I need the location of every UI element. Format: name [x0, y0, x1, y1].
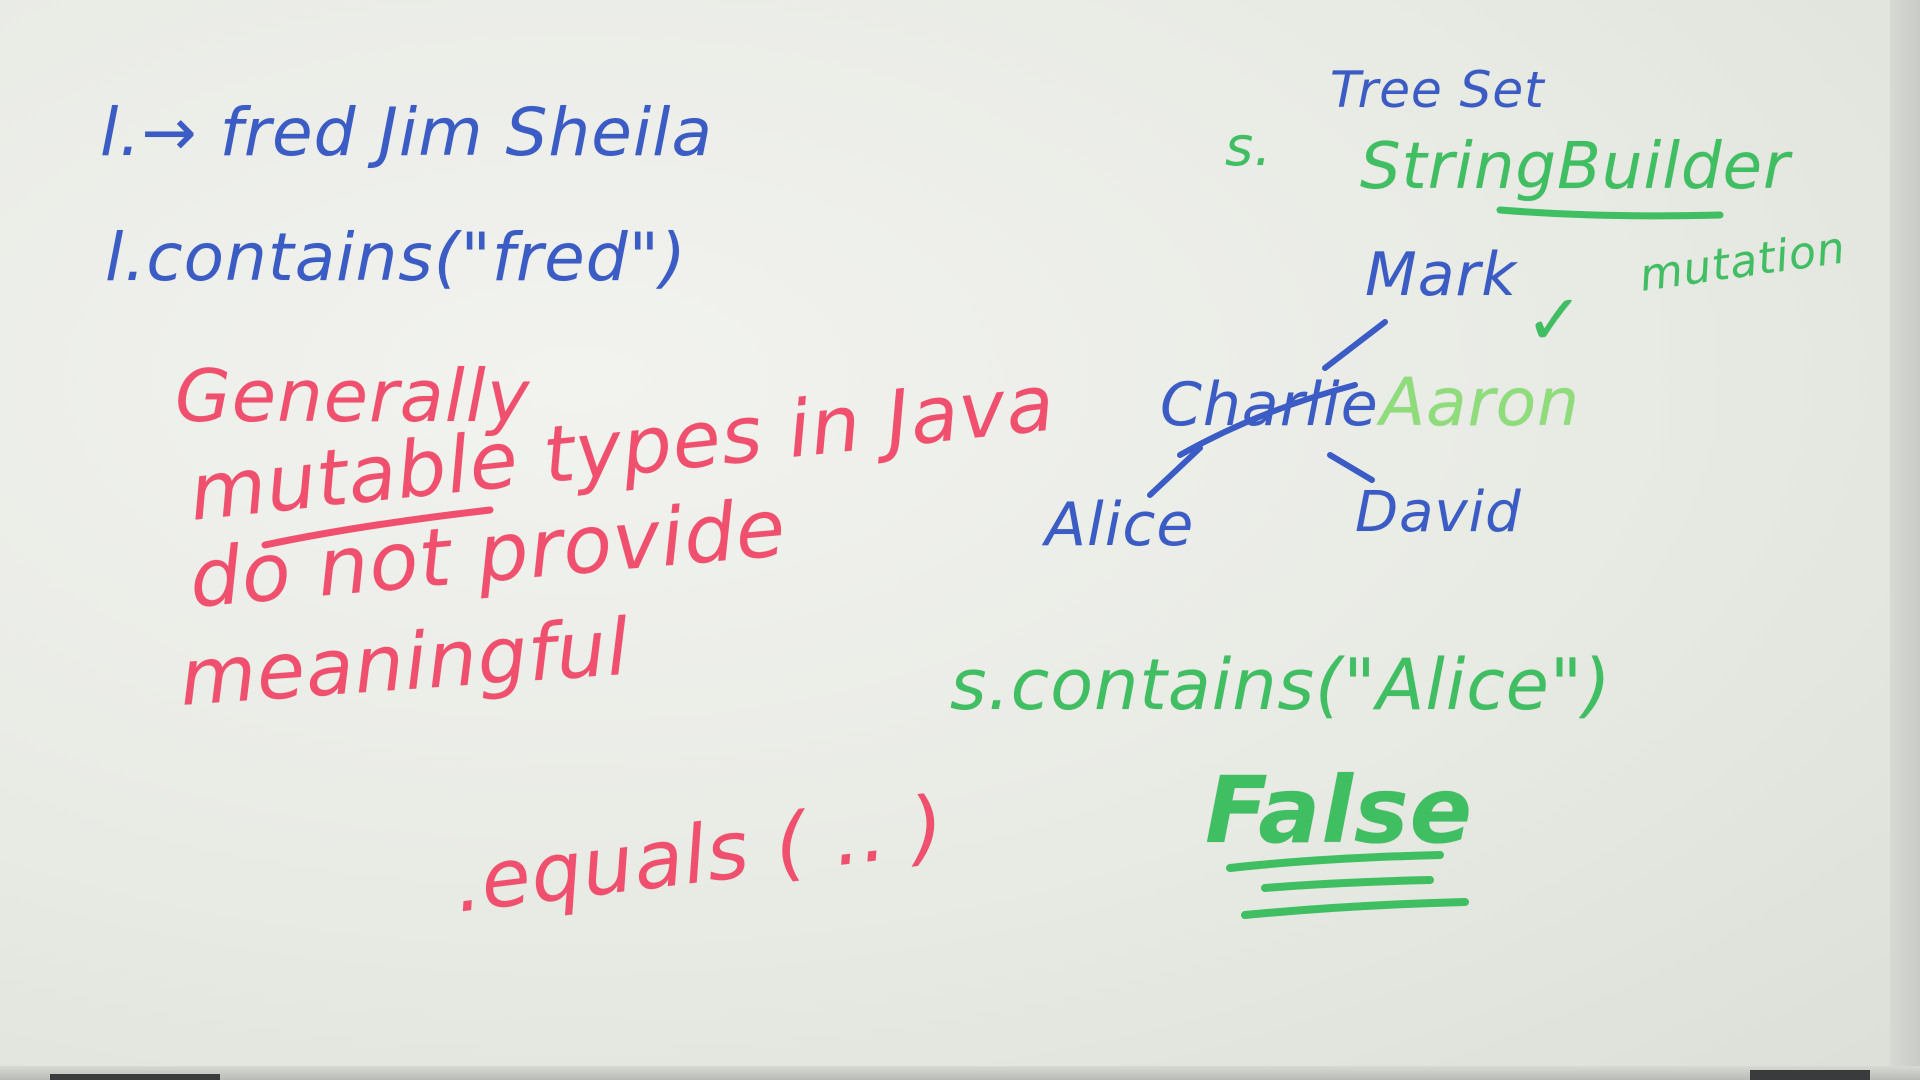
tree-node-charlie-crossed: Charlie [1160, 370, 1379, 440]
list-values-line: l.→ fred Jim Sheila [100, 94, 713, 171]
string-builder-underline [1496, 206, 1724, 220]
tree-node-aaron: Aaron [1380, 364, 1580, 441]
board-frame-bottom [0, 1066, 1920, 1080]
tree-node-alice: Alice [1045, 490, 1195, 560]
whiteboard: l.→ fred Jim Sheila l.contains("fred") G… [0, 0, 1920, 1080]
tree-node-david: David [1355, 480, 1522, 545]
tree-node-mark: Mark [1365, 240, 1517, 310]
false-underline-3 [1241, 898, 1469, 919]
tree-edge-charlie-alice [1147, 445, 1203, 498]
marker-tray-right [1750, 1070, 1870, 1080]
false-underline-2 [1261, 876, 1434, 892]
red-line-meaningful: meaningful [176, 602, 633, 724]
check-mark-icon: ✓ [1525, 279, 1585, 361]
mutation-note: mutation [1636, 222, 1849, 302]
tree-set-label: Tree Set [1330, 61, 1545, 119]
marker-tray-left [50, 1074, 220, 1080]
tree-edge-mark-charlie [1322, 319, 1388, 371]
list-contains-line: l.contains("fred") [105, 219, 687, 296]
s-label: s. [1225, 115, 1273, 178]
red-line-equals: .equals ( .. ) [449, 778, 950, 931]
board-frame-right [1890, 0, 1920, 1080]
tree-edge-charlie-david [1327, 452, 1375, 483]
set-contains-line: s.contains("Alice") [950, 644, 1612, 726]
string-builder-label: StringBuilder [1360, 130, 1791, 204]
false-result: False [1205, 757, 1474, 864]
